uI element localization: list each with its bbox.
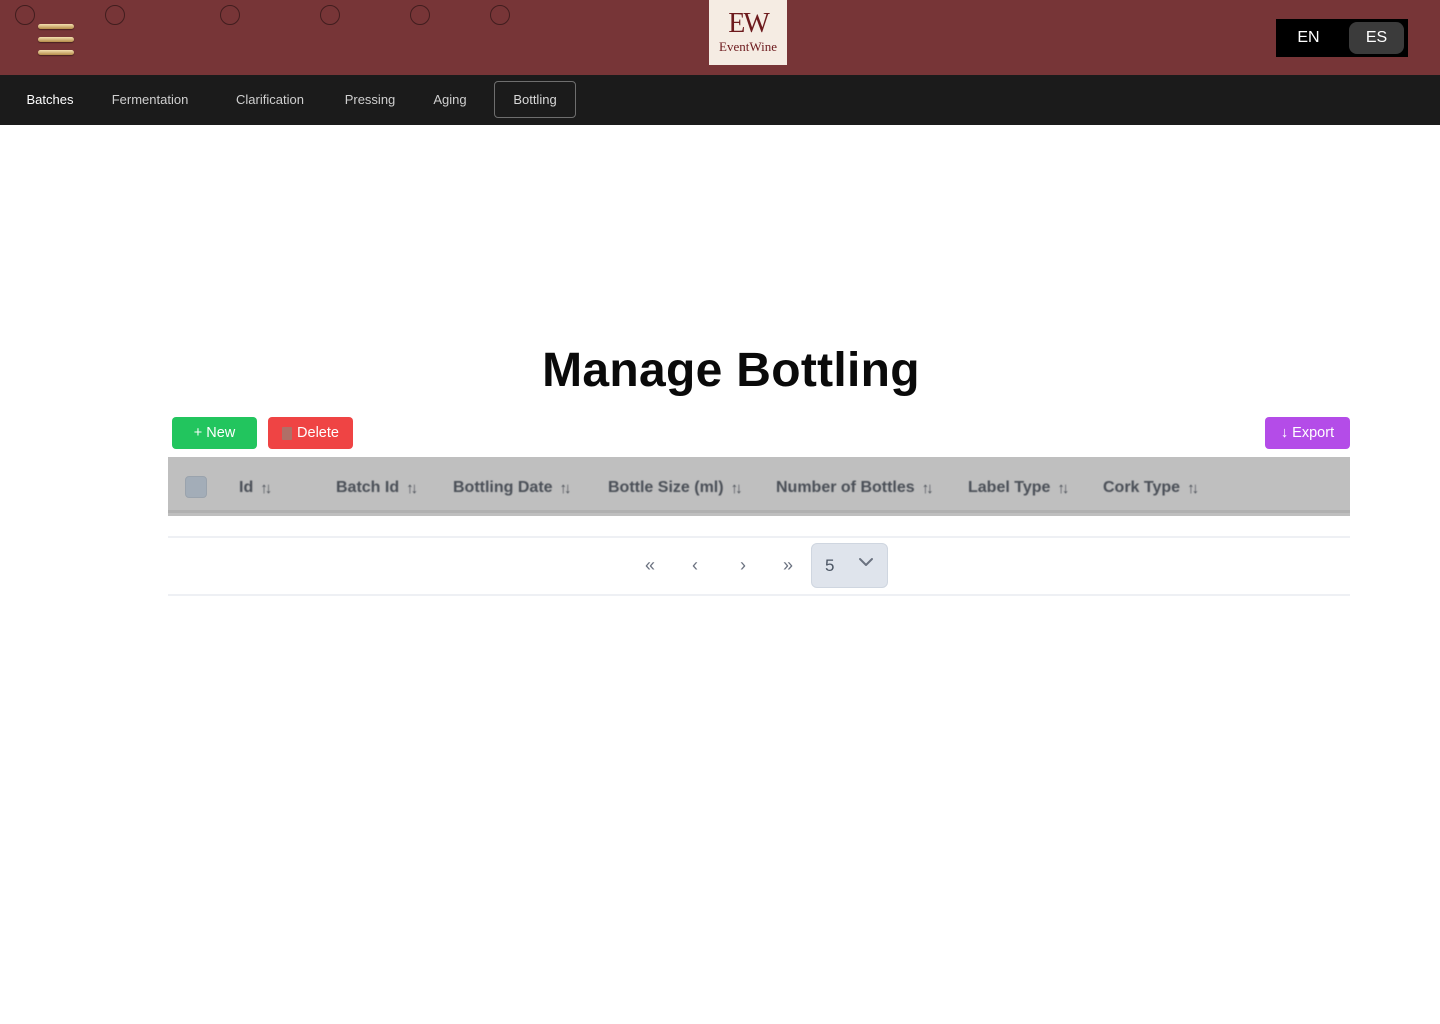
decorative-circle-icon [320,5,340,25]
language-en-button[interactable]: EN [1280,22,1337,54]
page-title: Manage Bottling [542,344,920,397]
last-page-button[interactable]: » [776,553,800,577]
column-header-id[interactable]: Id ↑↓ [239,478,272,498]
column-label: Id [239,479,254,496]
new-button[interactable]: + New [172,417,257,449]
delete-button[interactable]: Delete [268,417,353,449]
decorative-circle-icon [105,5,125,25]
nav-item-fermentation[interactable]: Fermentation [105,81,195,118]
column-label: Number of Bottles [776,479,915,496]
trash-icon [282,426,293,440]
sort-icon: ↑↓ [921,479,934,497]
select-all-checkbox[interactable] [185,476,207,498]
nav-item-pressing[interactable]: Pressing [340,81,400,118]
sort-icon: ↑↓ [1187,479,1199,497]
main-nav: Batches Fermentation Clarification Press… [0,75,1440,125]
nav-item-aging[interactable]: Aging [425,81,475,118]
decorative-circle-icon [220,5,240,25]
paginator-divider [168,594,1350,596]
logo-text: EventWine [719,39,777,54]
app-header: EW EventWine EN ES [0,0,1440,75]
sort-icon: ↑↓ [260,479,272,497]
column-label: Bottle Size (ml) [608,479,724,496]
nav-item-batches[interactable]: Batches [20,81,80,118]
next-page-button[interactable]: › [731,553,755,577]
column-label: Cork Type [1103,479,1181,496]
nav-item-clarification[interactable]: Clarification [228,81,312,118]
delete-button-label: Delete [297,425,339,441]
rows-per-page-value: 5 [825,556,835,575]
column-header-batch-id[interactable]: Batch Id ↑↓ [336,478,418,498]
rows-per-page-dropdown[interactable]: 5 [811,543,888,588]
sort-icon: ↑↓ [559,479,572,497]
column-label: Label Type [968,479,1051,496]
column-label: Batch Id [336,479,400,496]
column-label: Bottling Date [453,479,553,496]
column-header-label-type[interactable]: Label Type ↑↓ [968,478,1069,498]
export-button[interactable]: ↓ Export [1265,417,1350,449]
eventwine-logo[interactable]: EW EventWine [709,0,787,65]
decorative-circle-icon [410,5,430,25]
hamburger-menu-icon[interactable] [38,24,75,60]
column-header-cork-type[interactable]: Cork Type ↑↓ [1103,478,1199,498]
table-body-divider [168,536,1350,538]
nav-item-bottling[interactable]: Bottling [494,81,576,118]
previous-page-button[interactable]: ‹ [683,553,707,577]
language-es-button[interactable]: ES [1348,22,1404,54]
decorative-circle-icon [490,5,510,25]
sort-icon: ↑↓ [1057,479,1069,497]
logo-mark: EW [728,8,770,39]
sort-icon: ↑↓ [730,479,743,497]
column-header-bottling-date[interactable]: Bottling Date ↑↓ [453,478,572,498]
sort-icon: ↑↓ [406,479,418,497]
column-header-bottle-size[interactable]: Bottle Size (ml) ↑↓ [608,478,743,498]
chevron-down-icon [859,558,873,566]
language-switcher: EN ES [1276,19,1408,57]
table-header-divider [168,510,1350,513]
decorative-circle-icon [15,5,35,25]
column-header-number-of-bottles[interactable]: Number of Bottles ↑↓ [776,478,934,498]
first-page-button[interactable]: « [638,553,662,577]
